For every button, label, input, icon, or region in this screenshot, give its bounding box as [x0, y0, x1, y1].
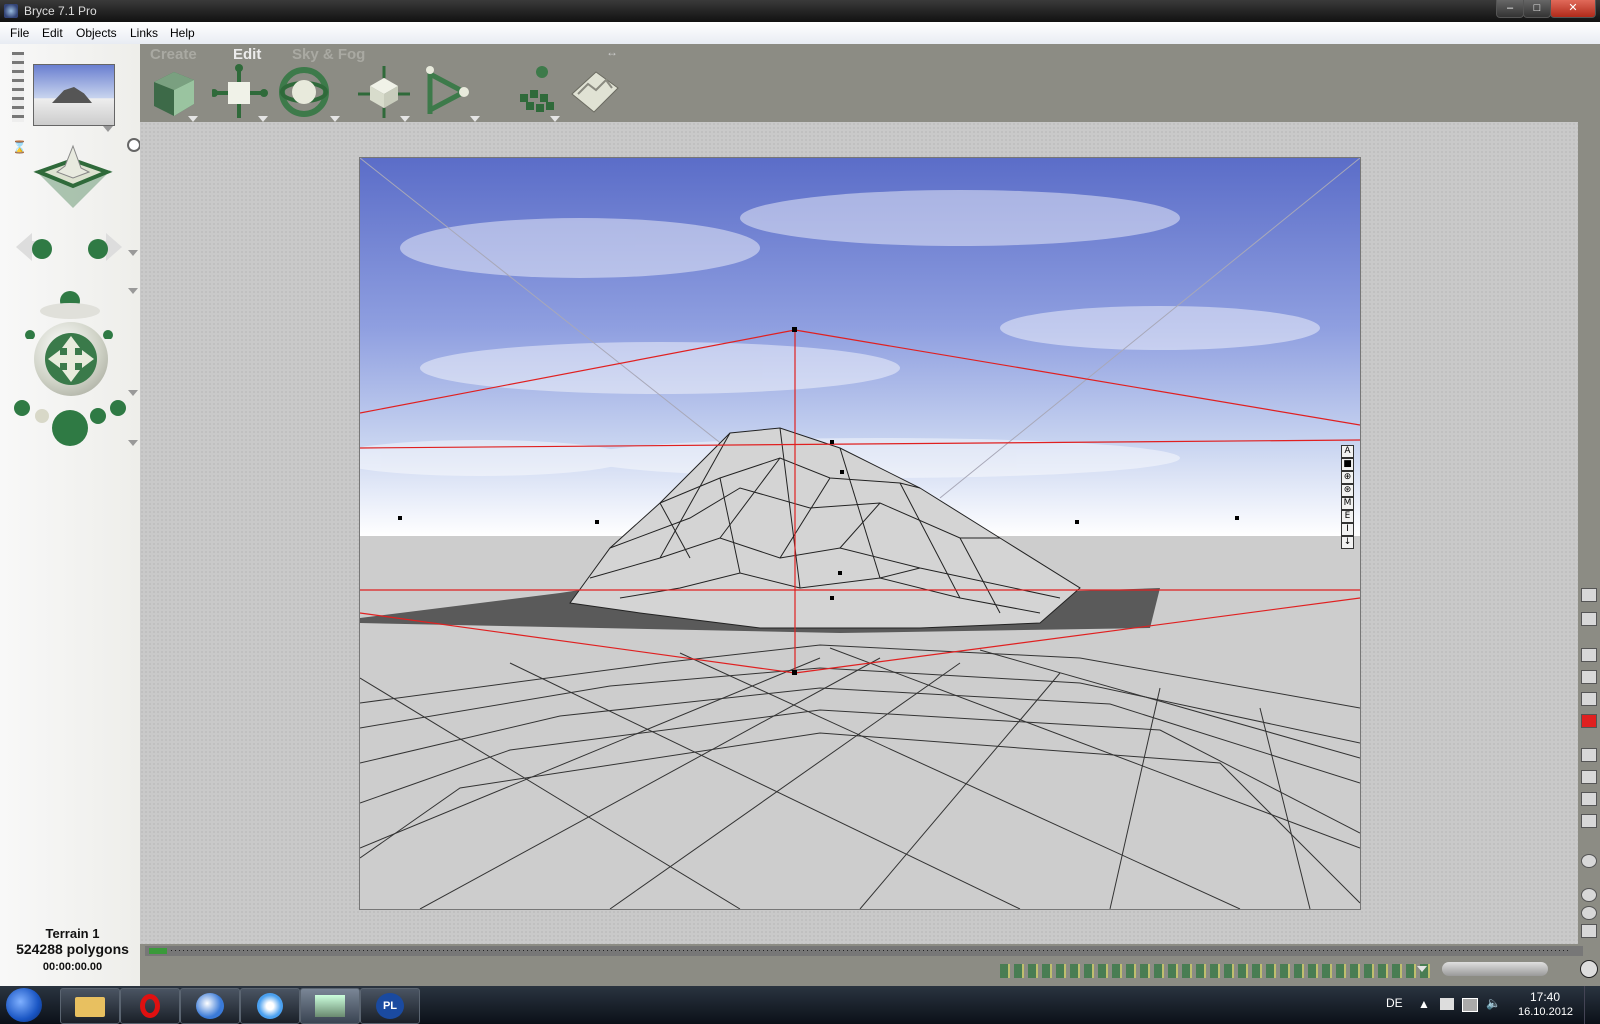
right-tool-strip [1578, 122, 1600, 962]
pl-task-button[interactable]: PL [360, 988, 420, 1024]
time-readout: 00:00:00.00 [42, 961, 103, 973]
scene-viewport[interactable] [359, 157, 1361, 910]
language-indicator[interactable]: DE [1386, 996, 1403, 1010]
browser-task-button[interactable] [180, 988, 240, 1024]
menu-edit[interactable]: Edit [42, 26, 63, 40]
info-i-icon[interactable]: I [1341, 523, 1354, 536]
view-label-a-icon[interactable]: A [1341, 445, 1354, 458]
camera-trackball[interactable] [33, 142, 113, 210]
animation-timeline[interactable] [145, 946, 1583, 956]
show-desktop-button[interactable] [1584, 986, 1600, 1024]
network-icon[interactable] [1462, 998, 1478, 1012]
rotate-tool-button[interactable] [276, 64, 332, 120]
control-panel: ⌛ [0, 44, 141, 986]
link-icon[interactable]: ⊕ [1341, 471, 1354, 484]
scene-render[interactable] [360, 158, 1360, 909]
resize-tool-button[interactable] [210, 64, 268, 120]
depth-icon[interactable] [1581, 770, 1597, 784]
maximize-button[interactable]: □ [1523, 0, 1551, 18]
bryce-task-button[interactable] [300, 988, 360, 1024]
wireframe-icon[interactable] [1581, 670, 1597, 684]
menu-file[interactable]: File [10, 26, 29, 40]
start-button[interactable] [6, 988, 42, 1022]
camera-dot-icon[interactable] [127, 138, 141, 152]
title-bar: Bryce 7.1 Pro – □ ✕ [0, 0, 1600, 22]
toolbar-resize-icon[interactable]: ↔ [606, 45, 618, 59]
pencil-icon[interactable] [1581, 588, 1597, 602]
zoom-in-icon[interactable] [1581, 888, 1597, 902]
object-type-icons[interactable] [1000, 964, 1430, 978]
timeline-scrubber[interactable] [149, 948, 167, 954]
render-icon[interactable] [1581, 714, 1597, 728]
window-title: Bryce 7.1 Pro [24, 4, 97, 18]
preview-menu-caret[interactable] [103, 126, 113, 132]
nano-preview[interactable] [33, 64, 115, 126]
menu-objects[interactable]: Objects [76, 26, 117, 40]
menu-bar: File Edit Objects Links Help [0, 22, 1600, 45]
edit-e-icon[interactable]: E [1341, 510, 1354, 523]
cube-view-icon[interactable] [1581, 854, 1597, 868]
target-icon[interactable]: ⊛ [1341, 484, 1354, 497]
polygon-count: 524288 polygons [16, 941, 129, 957]
safari-task-button[interactable] [240, 988, 300, 1024]
selection-palette [140, 956, 1600, 986]
shadow-icon[interactable] [1581, 792, 1597, 806]
app-icon [4, 4, 18, 18]
hand-pan-icon[interactable] [1581, 924, 1597, 938]
pan-caret[interactable] [128, 390, 138, 396]
minimize-button[interactable]: – [1496, 0, 1524, 18]
display-mode-icon[interactable] [1581, 648, 1597, 662]
reposition-tool-button[interactable] [356, 64, 412, 120]
opera-task-button[interactable] [120, 988, 180, 1024]
close-button[interactable]: ✕ [1550, 0, 1596, 18]
playback-controls[interactable] [1442, 962, 1548, 976]
explorer-task-button[interactable] [60, 988, 120, 1024]
cross-caret[interactable] [128, 288, 138, 294]
tab-sky-fog[interactable]: Sky & Fog [292, 46, 365, 63]
layer-icon[interactable] [1581, 748, 1597, 762]
terrain-editor-button[interactable] [566, 64, 622, 120]
action-center-icon[interactable] [1440, 998, 1454, 1010]
box-mode-icon[interactable] [1581, 692, 1597, 706]
selection-caret[interactable] [1417, 966, 1427, 972]
camera-spheres[interactable] [10, 398, 130, 458]
globe-icon[interactable] [1580, 960, 1598, 978]
align-tool-button[interactable] [424, 64, 480, 120]
volume-icon[interactable]: 🔈 [1486, 996, 1501, 1010]
drop-icon[interactable]: ↓ [1341, 536, 1354, 549]
view-control-handle[interactable] [12, 52, 24, 122]
material-editor-button[interactable] [150, 64, 206, 120]
spheres-caret[interactable] [128, 440, 138, 446]
tab-edit[interactable]: Edit [233, 46, 261, 63]
pan-trackball[interactable] [34, 322, 108, 396]
randomize-tool-button[interactable] [510, 64, 566, 120]
sort-icon[interactable]: ⌛ [12, 140, 27, 154]
camera-cross-controls[interactable] [12, 219, 127, 340]
tab-create[interactable]: Create [150, 46, 197, 63]
trackball-caret[interactable] [128, 250, 138, 256]
background-icon[interactable] [1581, 814, 1597, 828]
zoom-out-icon[interactable] [1581, 906, 1597, 920]
show-hidden-icons[interactable]: ▲ [1418, 997, 1430, 1011]
clock-time[interactable]: 17:40 [1530, 990, 1560, 1004]
object-name: Terrain 1 [45, 926, 100, 941]
menu-links[interactable]: Links [130, 26, 158, 40]
solid-toggle-icon[interactable]: ■ [1341, 458, 1354, 471]
clock-date[interactable]: 16.10.2012 [1518, 1006, 1573, 1018]
status-panel: Terrain 1 524288 polygons 00:00:00.00 [0, 926, 145, 986]
menu-help[interactable]: Help [170, 26, 195, 40]
eraser-icon[interactable] [1581, 612, 1597, 626]
material-m-icon[interactable]: M [1341, 497, 1354, 510]
timeline-ticks [171, 950, 1571, 951]
